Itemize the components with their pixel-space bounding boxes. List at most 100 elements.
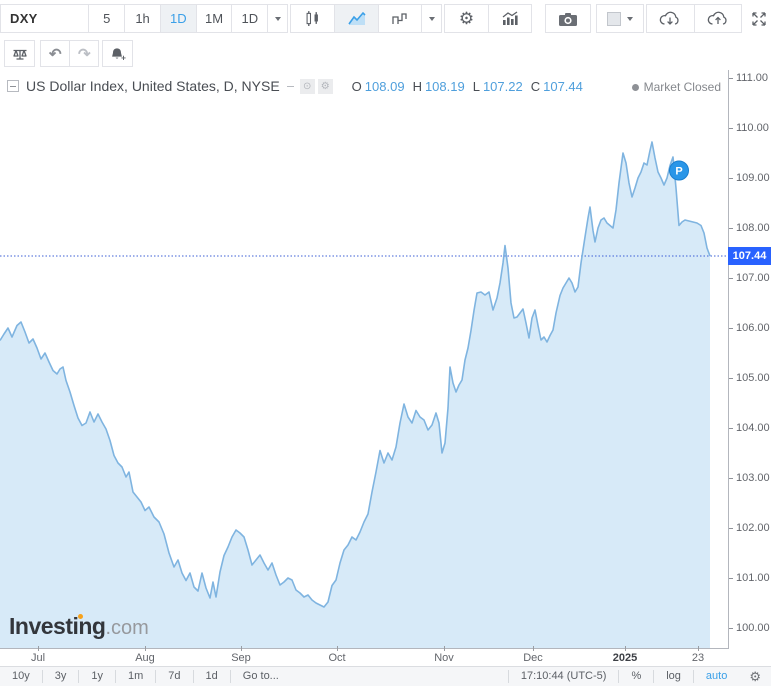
- cloud-upload-icon: [705, 10, 731, 28]
- y-axis-label: 110.00: [729, 121, 769, 135]
- cloud-group: [646, 4, 742, 33]
- candlestick-style-button[interactable]: [291, 5, 334, 32]
- legend-visibility-icon[interactable]: ⊙: [300, 79, 315, 94]
- undo-redo-group: ↶ ↷: [40, 40, 99, 67]
- range-button-1d[interactable]: 1d: [194, 670, 231, 683]
- top-toolbar: DXY 5 1h 1D 1M 1D: [0, 0, 771, 37]
- compare-button[interactable]: [5, 41, 34, 66]
- legend-settings-icon[interactable]: ⚙: [318, 79, 333, 94]
- interval-dropdown-button[interactable]: [267, 5, 287, 32]
- high-value: 108.19: [425, 79, 465, 94]
- chart-area: P US Dollar Index, United States, D, NYS…: [0, 70, 771, 666]
- x-axis-label: Nov: [434, 652, 454, 664]
- chart-widget: DXY 5 1h 1D 1M 1D: [0, 0, 771, 686]
- step-line-style-button[interactable]: [378, 5, 421, 32]
- x-axis-label: 2025: [613, 652, 637, 664]
- legend-collapse-icon[interactable]: [7, 80, 19, 92]
- y-axis-label: 106.00: [729, 321, 770, 335]
- open-label: O: [352, 79, 362, 94]
- x-axis-tick: [145, 646, 146, 651]
- x-axis-label: 23: [692, 652, 704, 664]
- status-dot-icon: [632, 84, 639, 91]
- legend: US Dollar Index, United States, D, NYSE …: [7, 78, 583, 94]
- time-axis[interactable]: JulAugSepOctNovDec202523: [0, 648, 729, 666]
- compare-group: [4, 40, 35, 67]
- fullscreen-icon: [751, 11, 767, 27]
- bottom-settings-button[interactable]: ⚙: [739, 669, 771, 685]
- price-chart[interactable]: P: [0, 70, 728, 648]
- x-axis-tick: [698, 646, 699, 651]
- x-axis-tick: [241, 646, 242, 651]
- event-marker-label: P: [675, 166, 682, 178]
- interval-button-1m[interactable]: 1M: [196, 5, 232, 32]
- high-label: H: [413, 79, 422, 94]
- x-axis-tick: [625, 646, 626, 651]
- settings-button[interactable]: ⚙: [445, 5, 488, 32]
- scales-icon: [10, 46, 30, 62]
- symbol-input[interactable]: DXY: [1, 5, 88, 32]
- alert-bell-icon: +: [109, 46, 127, 62]
- layout-square-icon: [607, 12, 621, 26]
- settings-indicators-group: ⚙: [444, 4, 532, 33]
- chevron-down-icon: [275, 17, 281, 21]
- fullscreen-button[interactable]: [746, 4, 771, 33]
- y-axis-label: 104.00: [729, 421, 770, 435]
- x-axis-label: Aug: [135, 652, 155, 664]
- price-axis[interactable]: 111.00110.00109.00108.00107.00106.00105.…: [728, 70, 771, 666]
- goto-button[interactable]: Go to...: [231, 670, 291, 683]
- range-button-1y[interactable]: 1y: [79, 670, 116, 683]
- log-scale-button[interactable]: log: [653, 670, 693, 683]
- save-layout-button[interactable]: [694, 5, 741, 32]
- y-axis-label: 102.00: [729, 521, 770, 535]
- chevron-down-icon: [627, 17, 633, 21]
- area-style-button-selected[interactable]: [334, 5, 377, 32]
- interval-button-5[interactable]: 5: [88, 5, 124, 32]
- legend-dropdown-icon[interactable]: [287, 86, 294, 87]
- x-axis-tick: [38, 646, 39, 651]
- y-axis-label: 108.00: [729, 221, 770, 235]
- step-line-icon: [391, 11, 409, 27]
- undo-icon: ↶: [49, 45, 62, 63]
- clock-display[interactable]: 17:10:44 (UTC-5): [508, 670, 619, 683]
- indicators-button[interactable]: [488, 5, 531, 32]
- snapshot-group: [545, 4, 591, 33]
- area-chart-icon: [348, 11, 366, 27]
- x-axis-tick: [337, 646, 338, 651]
- cloud-download-icon: [657, 10, 683, 28]
- add-alert-button[interactable]: +: [103, 41, 132, 66]
- range-button-1m[interactable]: 1m: [116, 670, 156, 683]
- secondary-toolbar: ↶ ↷ +: [0, 37, 771, 70]
- interval-button-1d-selected[interactable]: 1D: [160, 5, 196, 32]
- interval-button-1d2[interactable]: 1D: [231, 5, 267, 32]
- last-price-tag: 107.44: [728, 247, 771, 265]
- open-value: 108.09: [365, 79, 405, 94]
- style-dropdown-button[interactable]: [421, 5, 441, 32]
- snapshot-button[interactable]: [546, 5, 590, 32]
- instrument-title: US Dollar Index, United States, D, NYSE: [26, 78, 280, 94]
- redo-button[interactable]: ↷: [69, 41, 98, 66]
- gear-icon: ⚙: [749, 669, 761, 684]
- percent-scale-button[interactable]: %: [618, 670, 653, 683]
- undo-button[interactable]: ↶: [41, 41, 69, 66]
- range-button-10y[interactable]: 10y: [0, 670, 43, 683]
- x-axis-label: Dec: [523, 652, 543, 664]
- interval-button-1h[interactable]: 1h: [124, 5, 160, 32]
- load-layout-button[interactable]: [647, 5, 694, 32]
- y-axis-label: 111.00: [729, 71, 768, 85]
- auto-scale-button[interactable]: auto: [693, 670, 739, 683]
- price-pane[interactable]: P US Dollar Index, United States, D, NYS…: [0, 70, 728, 648]
- layout-group: [596, 4, 644, 33]
- range-button-3y[interactable]: 3y: [43, 670, 80, 683]
- close-label: C: [531, 79, 540, 94]
- x-axis-tick: [444, 646, 445, 651]
- range-button-7d[interactable]: 7d: [156, 670, 193, 683]
- brand-name: Investing: [9, 613, 105, 639]
- chart-style-group: [290, 4, 442, 33]
- redo-icon: ↷: [78, 45, 91, 63]
- alert-group: +: [102, 40, 133, 67]
- low-value: 107.22: [483, 79, 523, 94]
- symbol-interval-group: DXY 5 1h 1D 1M 1D: [0, 4, 288, 33]
- layout-select-button[interactable]: [597, 5, 643, 32]
- market-status-label: Market Closed: [644, 80, 721, 94]
- bottom-toolbar: 10y 3y 1y 1m 7d 1d Go to... 17:10:44 (UT…: [0, 666, 771, 686]
